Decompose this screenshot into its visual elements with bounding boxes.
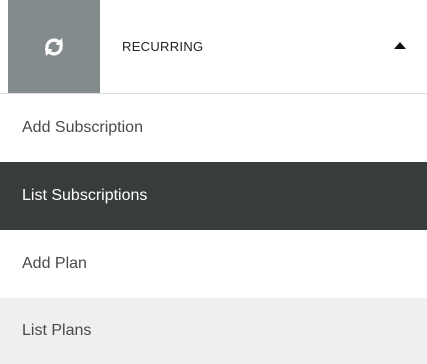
refresh-icon: [41, 36, 67, 58]
menu-item-list-plans[interactable]: List Plans: [0, 298, 427, 364]
recurring-menu: RECURRING Add Subscription List Subscrip…: [0, 0, 427, 364]
recurring-section-header[interactable]: RECURRING: [0, 0, 427, 94]
menu-item-list-subscriptions[interactable]: List Subscriptions: [0, 162, 427, 230]
menu-item-add-plan[interactable]: Add Plan: [0, 230, 427, 298]
submenu-list: Add Subscription List Subscriptions Add …: [0, 94, 427, 364]
caret-up-icon[interactable]: [394, 42, 406, 49]
section-title: RECURRING: [122, 39, 204, 54]
menu-item-add-subscription[interactable]: Add Subscription: [0, 94, 427, 162]
section-icon-box: [8, 0, 100, 93]
